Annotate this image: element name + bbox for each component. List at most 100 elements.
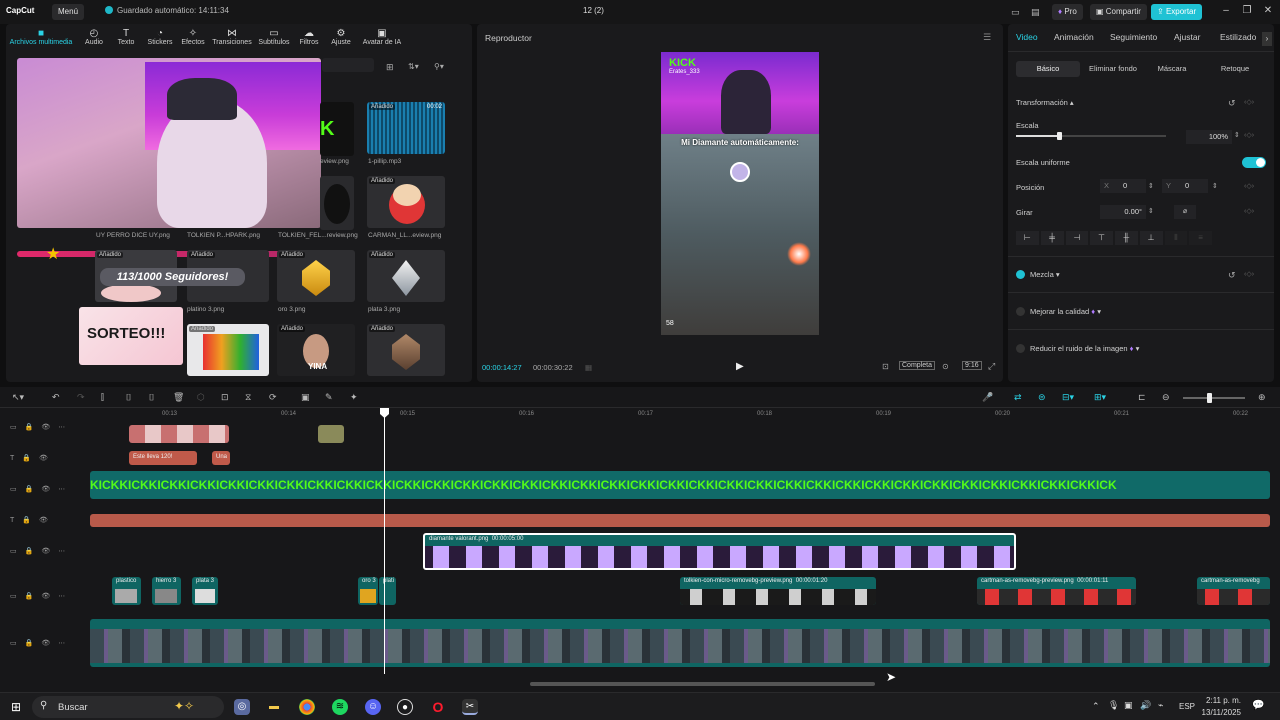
maximize-icon[interactable]: ❐ (1240, 4, 1254, 18)
blend-checkbox[interactable] (1016, 270, 1025, 279)
delete-icon[interactable]: 🗑 (173, 392, 184, 403)
tool-ai-avatar[interactable]: ▣ Avatar de IA (360, 28, 404, 46)
webcam-preview[interactable] (17, 58, 321, 228)
clip-plata[interactable]: plata 3 (192, 577, 218, 605)
track-controls[interactable]: ▭🔒👁⋯ (10, 485, 73, 493)
stepper-icon[interactable]: ⇕ (1234, 131, 1240, 139)
player-menu-icon[interactable]: ☰ (983, 32, 991, 43)
screenshot-icon[interactable]: ⊙ (942, 362, 949, 371)
freeze-icon[interactable]: ▣ (301, 392, 310, 403)
tool-adjust[interactable]: ⚙ Ajuste (326, 28, 356, 46)
tool-audio[interactable]: ◴ Audio (80, 28, 108, 46)
clip-hierro[interactable]: hierro 3 (152, 577, 181, 605)
tab-animation[interactable]: Animación (1054, 32, 1094, 42)
zoom-out-icon[interactable]: ⊖ (1162, 392, 1170, 403)
search-box[interactable]: ⚲ Buscar ✦✧ (32, 696, 224, 718)
scale-input[interactable]: 100% (1186, 130, 1232, 144)
app-icon[interactable]: ◎ (234, 699, 250, 715)
keyframe-icon[interactable]: ‹◇› (1244, 98, 1254, 106)
stepper-icon[interactable]: ⇕ (1148, 182, 1154, 190)
align-bottom-icon[interactable]: ⊥ (1139, 231, 1163, 245)
shield-icon[interactable]: ⬡ (197, 392, 205, 403)
align-right-icon[interactable]: ⊣ (1065, 231, 1089, 245)
tool-subtitles[interactable]: ▭ Subtítulos (256, 28, 292, 46)
subtab-retouch[interactable]: Retoque (1204, 61, 1266, 77)
crop-icon[interactable]: ⊡ (221, 392, 229, 403)
windows-start-icon[interactable]: ⊞ (8, 699, 24, 715)
search-input[interactable] (322, 58, 374, 72)
clip-diamond-selected[interactable]: diamante valorant.png 00:00:05:00 (423, 533, 1016, 570)
align-center-icon[interactable]: ╪ (1040, 231, 1064, 245)
reset-icon[interactable]: ↺ (1228, 270, 1236, 281)
track-controls[interactable]: T🔒👁 (10, 516, 56, 524)
clip-tolkien[interactable]: tolkien-con-micro-removebg-preview.png 0… (680, 577, 876, 605)
pro-button[interactable]: ♦ Pro (1052, 4, 1083, 20)
clip-image[interactable] (318, 425, 344, 443)
clip-oro[interactable]: oro 3 (358, 577, 378, 605)
clip-kick-overlay[interactable]: KICKKICKKICKKICKKICKKICKKICKKICKKICKKICK… (90, 471, 1270, 499)
close-icon[interactable]: ✕ (1261, 4, 1275, 18)
clip-cartman[interactable]: cartman-as-removebg-preview.png 00:00:01… (977, 577, 1136, 605)
media-thumb-oro[interactable]: Añadido (277, 250, 355, 302)
clip-image[interactable] (129, 425, 229, 443)
media-thumb-rank[interactable]: Añadido (367, 324, 445, 376)
magnet-icon[interactable]: ⊜ (1038, 392, 1046, 403)
media-thumb-cartman[interactable]: Añadido (367, 176, 445, 228)
track-controls[interactable]: ▭🔒👁⋯ (10, 547, 73, 555)
clock-date[interactable]: 13/11/2025 (1201, 708, 1241, 717)
media-thumb-sorteo[interactable]: SORTEO!!! (79, 307, 183, 365)
caption-icon[interactable]: ⊏ (1138, 392, 1146, 403)
tool-media[interactable]: ■ Archivos multimedia (8, 28, 74, 46)
notifications-icon[interactable]: 💬 (1252, 700, 1264, 711)
timecode-grid-icon[interactable]: ▦ (585, 363, 592, 372)
clip-text[interactable]: Una (212, 451, 230, 465)
menu-button[interactable]: Menú (52, 4, 85, 20)
redo-icon[interactable]: ↷ (77, 392, 85, 403)
reset-icon[interactable]: ↺ (1228, 98, 1236, 109)
clip-platino[interactable]: plati (379, 577, 396, 605)
keyframe-icon[interactable]: ‹◇› (1244, 131, 1254, 139)
track-controls[interactable]: ▭🔒👁⋯ (10, 592, 73, 600)
keyframe-icon[interactable]: ‹◇› (1244, 207, 1254, 215)
denoise-image[interactable]: Reducir el ruido de la imagen ♦ ▾ (1030, 344, 1139, 353)
video-preview[interactable]: KICK Erates_333 Mi Diamante automáticame… (661, 52, 819, 335)
tool-transitions[interactable]: ⋈ Transiciones (210, 28, 254, 46)
chrome-icon[interactable] (299, 699, 315, 715)
stepper-icon[interactable]: ⇕ (1212, 182, 1218, 190)
uniform-scale-toggle[interactable] (1242, 157, 1266, 168)
opera-icon[interactable]: O (430, 699, 446, 715)
ai-tool-icon[interactable]: ✦ (350, 392, 358, 403)
clip-plastico[interactable]: plastico (112, 577, 141, 605)
track-icon[interactable]: ⊞▾ (1094, 392, 1106, 403)
split-icon[interactable]: ⫿ (101, 392, 104, 403)
export-button[interactable]: ⇪ Exportar (1151, 4, 1203, 20)
media-thumb-plata[interactable]: Añadido (367, 250, 445, 302)
align-middle-icon[interactable]: ╫ (1115, 231, 1138, 245)
mic-icon[interactable]: 🎤 (982, 392, 993, 403)
subtab-basic[interactable]: Básico (1016, 61, 1080, 77)
tool-text[interactable]: T Texto (112, 28, 140, 46)
minimize-icon[interactable]: – (1219, 4, 1233, 18)
tool-effects[interactable]: ✧ Efectos (178, 28, 208, 46)
position-y-input[interactable]: Y0 (1162, 179, 1208, 193)
transform-section[interactable]: Transformación ▴ (1016, 98, 1074, 107)
enhance-checkbox[interactable] (1016, 307, 1025, 316)
undo-icon[interactable]: ↶ (52, 392, 60, 403)
tray-icon[interactable]: ▣ (1124, 700, 1133, 711)
file-explorer-icon[interactable]: ▬ (266, 699, 282, 715)
quality-select[interactable]: Completa (899, 361, 935, 370)
track-controls[interactable]: ▭🔒👁⋯ (10, 423, 73, 431)
trim-right-icon[interactable]: ⌷ (149, 392, 154, 403)
spotify-icon[interactable]: ≋ (332, 699, 348, 715)
tab-adjust[interactable]: Ajustar (1174, 32, 1200, 42)
clip-text[interactable]: Este lleva 120! (129, 451, 197, 465)
play-button[interactable]: ▶ (736, 361, 744, 372)
align-left-icon[interactable]: ⊢ (1016, 231, 1039, 245)
blend-section[interactable]: Mezcla ▾ (1030, 270, 1060, 279)
tray-chevron-icon[interactable]: ⌃ (1092, 701, 1100, 712)
distribute-v-icon[interactable]: ≡ (1189, 231, 1212, 245)
magic-icon[interactable]: ✎ (325, 392, 333, 403)
tab-stylize[interactable]: Estilizado (1220, 32, 1256, 42)
track-controls[interactable]: T🔒👁 (10, 454, 56, 462)
align-top-icon[interactable]: ⊤ (1090, 231, 1113, 245)
